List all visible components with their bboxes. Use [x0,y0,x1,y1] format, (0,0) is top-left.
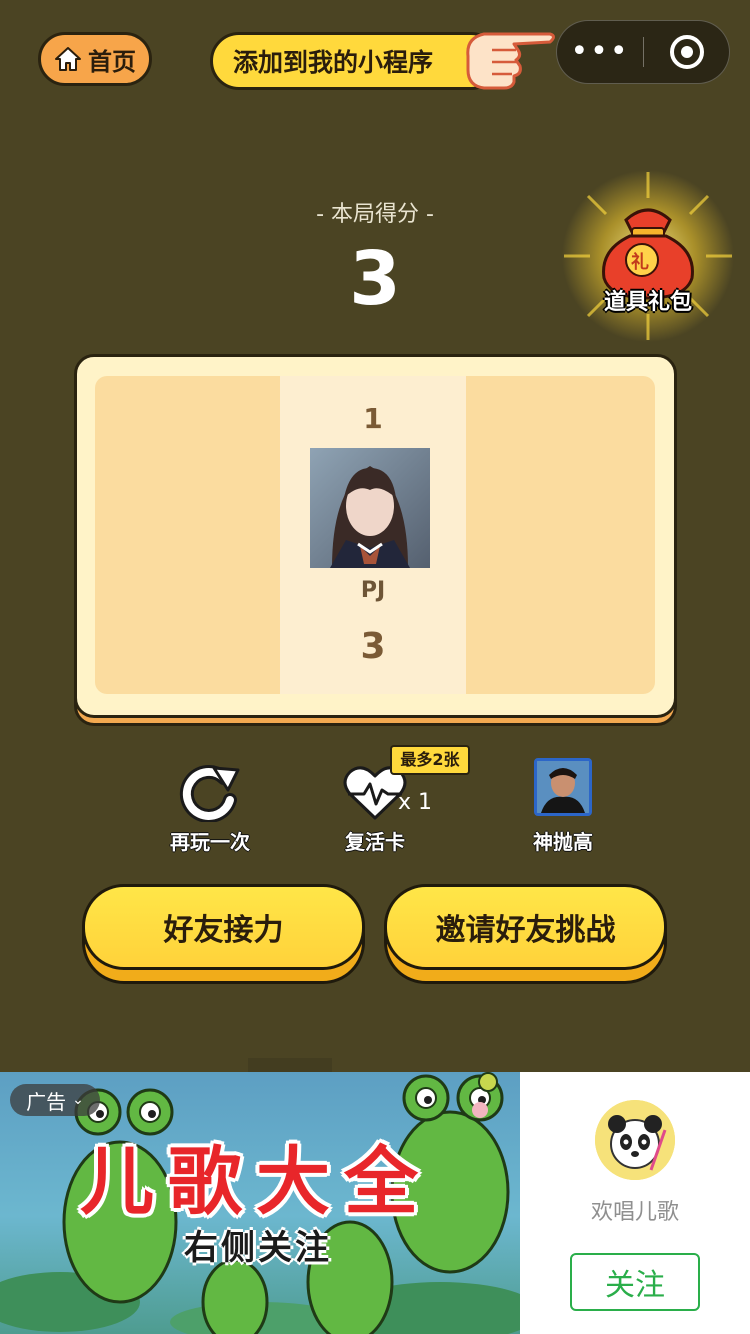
panda-logo-icon [595,1100,675,1180]
friend-relay-label: 好友接力 [163,913,284,948]
add-mini-program-label: 添加到我的小程序 [233,48,434,77]
revive-limit-badge: 最多2张 [390,745,470,775]
ad-account-avatar[interactable] [595,1100,675,1180]
add-to-mini-program-button[interactable]: 添加到我的小程序 [210,32,500,90]
rank-number: 1 [363,402,383,435]
replay-icon [179,765,240,822]
friend-avatar [534,758,592,816]
replay-label: 再玩一次 [170,830,250,854]
ad-tag[interactable]: 广告 ⌄ [10,1084,100,1116]
more-dots-icon: ••• [570,34,630,69]
home-button[interactable]: 首页 [38,32,152,86]
gift-seal-char: 礼 [631,252,649,273]
chevron-down-icon: ⌄ [72,1092,84,1108]
revive-label: 复活卡 [345,830,405,854]
follow-label: 关注 [605,1268,665,1303]
home-label: 首页 [88,47,136,76]
replay-button[interactable]: 再玩一次 [145,758,275,858]
home-icon [55,47,81,71]
gift-pack-label: 道具礼包 [603,290,692,315]
friend-avatar-image [537,761,589,813]
more-menu-button[interactable]: ••• [557,37,643,67]
invite-challenge-label: 邀请好友挑战 [435,913,616,948]
mini-program-capsule: ••• [556,20,730,84]
player-avatar [310,448,430,568]
ad-account-name: 欢唱儿歌 [590,1200,679,1225]
revive-count: x 1 [398,790,433,815]
friend-label: 神抛高 [533,830,593,854]
close-mini-program-button[interactable] [644,33,729,71]
target-close-icon [669,35,704,69]
player-score: 3 [360,626,386,667]
follow-button[interactable]: 关注 [570,1253,700,1311]
invite-challenge-button[interactable]: 邀请好友挑战 [384,884,667,970]
friend-player-button[interactable]: 神抛高 [498,758,628,858]
player-photo [310,448,430,568]
ad-title: 儿歌大全 [80,1139,432,1225]
friend-relay-button[interactable]: 好友接力 [82,884,365,970]
ad-tag-label: 广告 [26,1089,67,1114]
player-name: PJ [360,578,386,603]
ad-subtitle: 右侧关注 [184,1228,332,1268]
pointing-hand-icon [466,32,555,90]
